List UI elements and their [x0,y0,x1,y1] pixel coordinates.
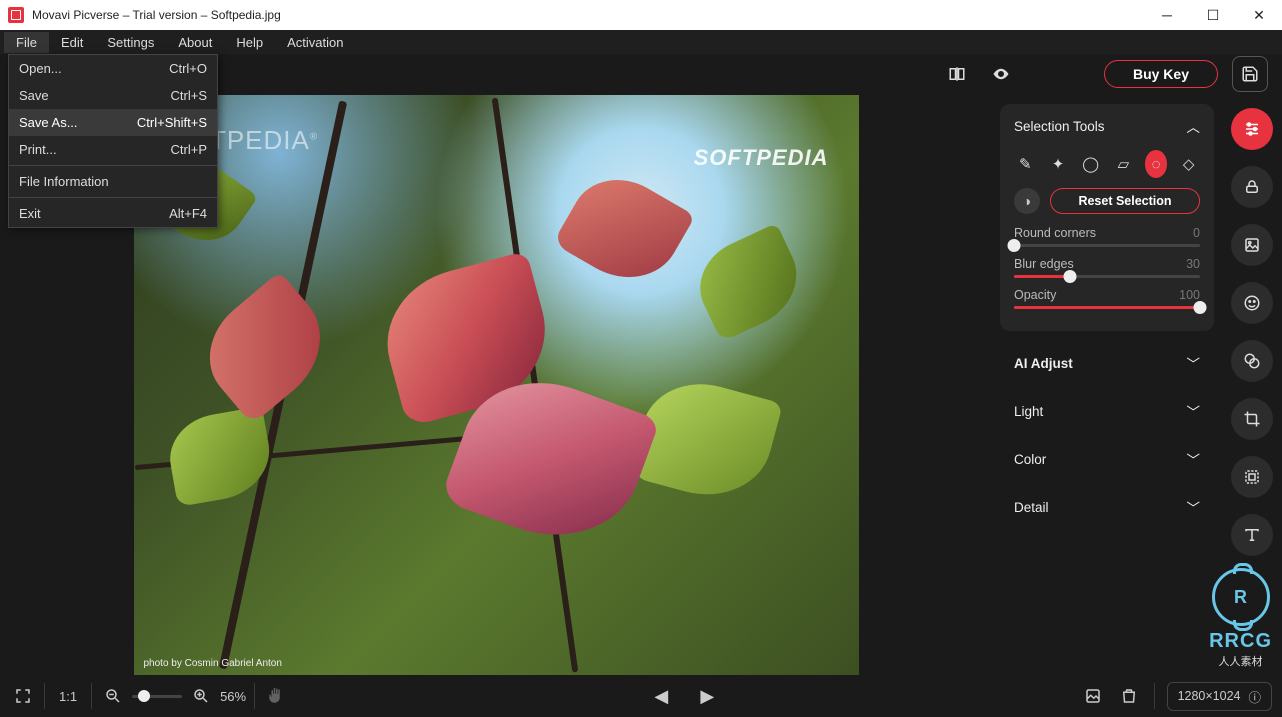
menu-item-print[interactable]: Print... Ctrl+P [9,136,217,163]
fullscreen-icon[interactable] [10,683,36,709]
next-image-icon[interactable]: ▶ [694,683,720,709]
adjust-tool-icon[interactable] [1231,108,1273,150]
section-title: AI Adjust [1014,356,1073,371]
text-tool-icon[interactable] [1231,514,1273,556]
image-tool-icon[interactable] [1231,224,1273,266]
menu-item-file-info[interactable]: File Information [9,168,217,195]
delete-icon[interactable] [1116,683,1142,709]
window-titlebar: Movavi Picverse – Trial version – Softpe… [0,0,1282,30]
lasso-tool-icon[interactable]: ◯ [1079,150,1102,178]
menu-item-label: File Information [19,174,109,189]
slider-label: Round corners [1014,226,1096,240]
section-title: Selection Tools [1014,119,1105,134]
watermark-softpedia-2: SOFTPEDIA [694,145,829,171]
reset-selection-button[interactable]: Reset Selection [1050,188,1200,214]
slider-label: Blur edges [1014,257,1074,271]
dimensions-value: 1280×1024 [1178,689,1241,703]
close-button[interactable]: ✕ [1236,0,1282,30]
marquee-tool-icon[interactable]: ◌ [1145,150,1168,178]
resize-tool-icon[interactable] [1231,456,1273,498]
invert-selection-icon[interactable]: ◑ [1014,188,1040,214]
menu-item-shortcut: Ctrl+S [171,88,207,103]
section-title: Color [1014,452,1046,467]
brush-tool-icon[interactable]: ✎ [1014,150,1037,178]
menu-activation[interactable]: Activation [275,32,355,53]
slider-value: 30 [1186,257,1200,271]
menu-item-label: Exit [19,206,41,221]
detail-section[interactable]: Detail ﹀ [1000,483,1214,531]
menu-bar: File Edit Settings About Help Activation [0,30,1282,54]
menu-settings[interactable]: Settings [95,32,166,53]
info-icon: ⓘ [1248,687,1261,706]
menu-item-shortcut: Ctrl+Shift+S [137,115,207,130]
gallery-icon[interactable] [1080,683,1106,709]
zoom-out-icon[interactable] [100,683,126,709]
bottom-bar: 1:1 56% ◀ ▶ 1280×1024 ⓘ [0,675,1282,717]
menu-item-label: Print... [19,142,57,157]
photo-credit: photo by Cosmin Gabriel Anton [144,658,282,669]
sticker-tool-icon[interactable] [1231,282,1273,324]
image-dimensions[interactable]: 1280×1024 ⓘ [1167,682,1272,711]
zoom-in-icon[interactable] [188,683,214,709]
slider-label: Opacity [1014,288,1056,302]
menu-about[interactable]: About [166,32,224,53]
section-title: Light [1014,404,1043,419]
chevron-down-icon: ﹀ [1187,353,1201,373]
adjustments-panel: Selection Tools ︿ ✎ ✦ ◯ ▱ ◌ ◇ ◑ Reset Se… [992,94,1222,675]
eraser-tool-icon[interactable]: ◇ [1177,150,1200,178]
magic-wand-tool-icon[interactable]: ✦ [1047,150,1070,178]
tool-strip [1222,94,1282,675]
selection-tools-section: Selection Tools ︿ ✎ ✦ ◯ ▱ ◌ ◇ ◑ Reset Se… [1000,104,1214,331]
opacity-slider[interactable]: Opacity 100 [1014,288,1200,309]
prev-image-icon[interactable]: ◀ [648,683,674,709]
buy-key-button[interactable]: Buy Key [1104,60,1218,88]
pan-hand-icon[interactable] [263,683,289,709]
preview-eye-icon[interactable] [986,59,1016,89]
selection-tools-header[interactable]: Selection Tools ︿ [1014,116,1200,136]
menu-item-exit[interactable]: Exit Alt+F4 [9,200,217,227]
menu-item-label: Open... [19,61,62,76]
menu-item-shortcut: Ctrl+O [169,61,207,76]
menu-edit[interactable]: Edit [49,32,95,53]
chevron-down-icon: ﹀ [1187,401,1201,421]
crop-tool-icon[interactable] [1231,398,1273,440]
menu-item-save[interactable]: Save Ctrl+S [9,82,217,109]
ai-adjust-section[interactable]: AI Adjust ﹀ [1000,339,1214,387]
overlay-tool-icon[interactable] [1231,340,1273,382]
color-section[interactable]: Color ﹀ [1000,435,1214,483]
menu-item-shortcut: Alt+F4 [169,206,207,221]
chevron-down-icon: ﹀ [1187,449,1201,469]
round-corners-slider[interactable]: Round corners 0 [1014,226,1200,247]
minimize-button[interactable]: ─ [1144,0,1190,30]
menu-item-shortcut: Ctrl+P [171,142,207,157]
file-dropdown: Open... Ctrl+O Save Ctrl+S Save As... Ctrl+… [8,54,218,228]
app-icon [8,7,24,23]
light-section[interactable]: Light ﹀ [1000,387,1214,435]
window-title: Movavi Picverse – Trial version – Softpe… [32,8,281,22]
menu-separator [9,197,217,198]
chevron-up-icon: ︿ [1187,116,1201,136]
image-canvas: SOFTPEDIA® SOFTPEDIA photo by Cosmin Gab… [134,95,859,675]
menu-help[interactable]: Help [224,32,275,53]
zoom-value: 56% [220,689,246,704]
menu-separator [9,165,217,166]
effects-tool-icon[interactable] [1231,166,1273,208]
menu-item-label: Save [19,88,49,103]
slider-value: 100 [1179,288,1200,302]
menu-file[interactable]: File [4,32,49,53]
blur-edges-slider[interactable]: Blur edges 30 [1014,257,1200,278]
menu-item-open[interactable]: Open... Ctrl+O [9,55,217,82]
chevron-down-icon: ﹀ [1187,497,1201,517]
zoom-slider[interactable] [132,695,182,698]
polygon-lasso-tool-icon[interactable]: ▱ [1112,150,1135,178]
menu-item-save-as[interactable]: Save As... Ctrl+Shift+S [9,109,217,136]
section-title: Detail [1014,500,1049,515]
actual-size-button[interactable]: 1:1 [53,689,83,704]
maximize-button[interactable]: ☐ [1190,0,1236,30]
menu-item-label: Save As... [19,115,78,130]
slider-value: 0 [1193,226,1200,240]
save-button[interactable] [1232,56,1268,92]
compare-icon[interactable] [942,59,972,89]
